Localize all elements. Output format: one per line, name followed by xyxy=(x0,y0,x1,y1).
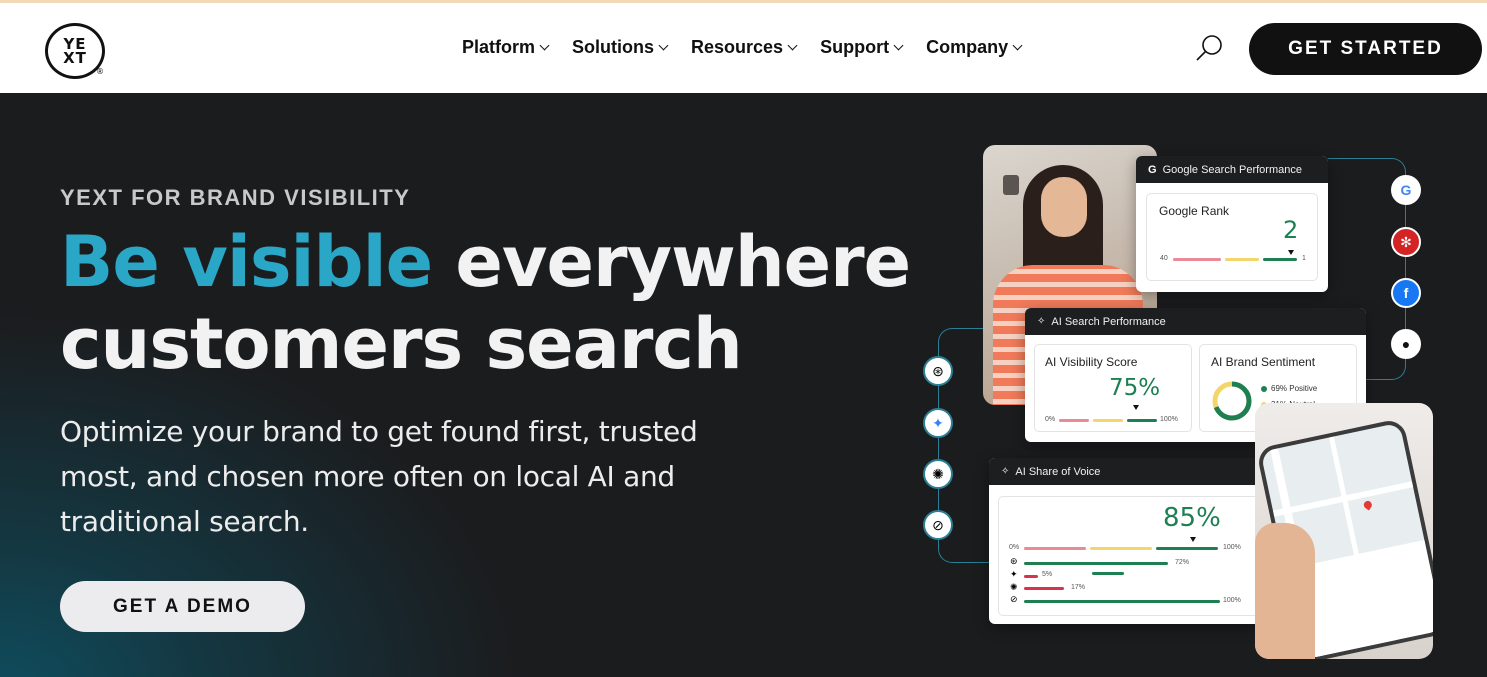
voice-row-bar xyxy=(1024,562,1168,565)
perplexity-icon: ✺ xyxy=(923,459,953,489)
card-title: AI Share of Voice xyxy=(1015,465,1101,478)
get-started-button[interactable]: GET STARTED xyxy=(1249,23,1482,75)
copilot-icon: ⊘ xyxy=(1010,594,1018,604)
chatgpt-icon: ⊛ xyxy=(1010,556,1018,566)
phone-map-image xyxy=(1255,403,1433,659)
chevron-down-icon xyxy=(787,40,798,51)
yext-logo[interactable]: YE XT ® xyxy=(45,23,105,79)
voice-row-value: 100% xyxy=(1223,597,1241,604)
rank-bar-mid xyxy=(1225,258,1259,261)
sparkle-icon: ✧ xyxy=(1037,316,1046,327)
sentiment-donut xyxy=(1212,381,1252,421)
ai-visibility-label: AI Visibility Score xyxy=(1045,355,1138,369)
chevron-down-icon xyxy=(893,40,904,51)
get-a-demo-button[interactable]: GET A DEMO xyxy=(60,581,305,632)
google-search-performance-card: G Google Search Performance Google Rank … xyxy=(1136,156,1328,292)
street-lamp xyxy=(1003,175,1019,195)
voice-bar-high xyxy=(1156,547,1218,550)
rank-bar-high xyxy=(1263,258,1297,261)
visibility-bar-high xyxy=(1127,419,1157,422)
card-title: Google Search Performance xyxy=(1162,163,1302,176)
nav-resources[interactable]: Resources xyxy=(691,37,798,58)
rank-max: 1 xyxy=(1302,255,1306,262)
card-title: AI Search Performance xyxy=(1051,315,1166,328)
visibility-min: 0% xyxy=(1045,416,1056,423)
chevron-down-icon xyxy=(1012,40,1023,51)
facebook-icon: f xyxy=(1391,278,1421,308)
sparkle-icon: ✧ xyxy=(1001,466,1010,477)
share-of-voice-panel: 85% 0% 100% ⊛ 72% ✦ 5% ✺ 17% ⊘ 100% xyxy=(998,496,1260,616)
search-icon xyxy=(1196,35,1222,61)
search-button[interactable] xyxy=(1193,33,1225,65)
chatgpt-icon: ⊛ xyxy=(923,356,953,386)
hero-headline: Be visible everywhere customers search xyxy=(60,221,911,385)
sentiment-positive: 69% Positive xyxy=(1271,384,1318,393)
voice-row-value: 5% xyxy=(1042,571,1053,578)
site-header: YE XT ® Platform Solutions Resources Sup… xyxy=(0,3,1487,93)
headline-accent: Be visible xyxy=(60,221,433,303)
ai-visibility-panel: AI Visibility Score 75% 0% 100% xyxy=(1034,344,1192,432)
rank-min: 40 xyxy=(1160,255,1168,262)
visibility-marker xyxy=(1133,405,1139,410)
rank-marker xyxy=(1288,250,1294,255)
share-of-voice-value: 85% xyxy=(1163,503,1221,533)
photo-face xyxy=(1041,177,1087,237)
google-rank-label: Google Rank xyxy=(1159,204,1230,218)
google-icon: G xyxy=(1391,175,1421,205)
perplexity-icon: ✺ xyxy=(1010,582,1018,592)
nav-label: Resources xyxy=(691,37,784,57)
nav-label: Solutions xyxy=(572,37,655,57)
chevron-down-icon xyxy=(658,40,669,51)
nav-label: Support xyxy=(820,37,890,57)
voice-bar-mid xyxy=(1090,547,1152,550)
card-header: ✧ AI Search Performance xyxy=(1025,308,1366,335)
chevron-down-icon xyxy=(539,40,550,51)
nav-solutions[interactable]: Solutions xyxy=(572,37,669,58)
voice-min: 0% xyxy=(1009,544,1020,551)
positive-dot xyxy=(1261,386,1267,392)
google-rank-value: 2 xyxy=(1283,216,1299,244)
voice-row-value: 17% xyxy=(1071,584,1086,591)
visibility-bar-mid xyxy=(1093,419,1123,422)
rank-bar-low xyxy=(1173,258,1221,261)
voice-row-bar xyxy=(1024,600,1220,603)
gemini-icon: ✦ xyxy=(1010,569,1018,579)
yelp-icon: ✻ xyxy=(1391,227,1421,257)
visibility-max: 100% xyxy=(1160,416,1178,423)
logo-line-2: XT xyxy=(63,49,87,67)
headline-line1-rest: everywhere xyxy=(432,221,911,303)
voice-row-bar xyxy=(1024,587,1064,590)
voice-max: 100% xyxy=(1223,544,1241,551)
gemini-icon: ✦ xyxy=(923,408,953,438)
card-header: ✧ AI Share of Voice xyxy=(989,458,1269,485)
hero-section: YEXT FOR BRAND VISIBILITY Be visible eve… xyxy=(0,93,1487,677)
logo-registered-mark: ® xyxy=(96,67,105,76)
voice-row-bar xyxy=(1024,575,1038,578)
voice-row-value: 72% xyxy=(1175,559,1190,566)
nav-label: Company xyxy=(926,37,1009,57)
hero-subtext: Optimize your brand to get found first, … xyxy=(60,415,698,538)
ai-share-of-voice-card: ✧ AI Share of Voice 85% 0% 100% ⊛ 72% ✦ … xyxy=(989,458,1269,624)
apple-icon: ● xyxy=(1391,329,1421,359)
nav-company[interactable]: Company xyxy=(926,37,1023,58)
headline-line2: customers search xyxy=(60,303,743,385)
hero-eyebrow: YEXT FOR BRAND VISIBILITY xyxy=(60,185,411,210)
voice-row-bar-extra xyxy=(1092,572,1124,575)
nav-support[interactable]: Support xyxy=(820,37,904,58)
copilot-icon: ⊘ xyxy=(923,510,953,540)
ai-sentiment-label: AI Brand Sentiment xyxy=(1211,355,1316,369)
card-header: G Google Search Performance xyxy=(1136,156,1328,183)
voice-bar-low xyxy=(1024,547,1086,550)
nav-label: Platform xyxy=(462,37,536,57)
photo-hand xyxy=(1255,523,1315,659)
voice-marker xyxy=(1190,537,1196,542)
google-rank-panel: Google Rank 2 40 1 xyxy=(1146,193,1318,281)
nav-platform[interactable]: Platform xyxy=(462,37,550,58)
visibility-bar-low xyxy=(1059,419,1089,422)
main-nav: Platform Solutions Resources Support Com… xyxy=(462,37,1045,58)
ai-visibility-value: 75% xyxy=(1109,375,1161,401)
google-icon: G xyxy=(1148,163,1157,176)
map-pin-icon xyxy=(1362,499,1374,511)
